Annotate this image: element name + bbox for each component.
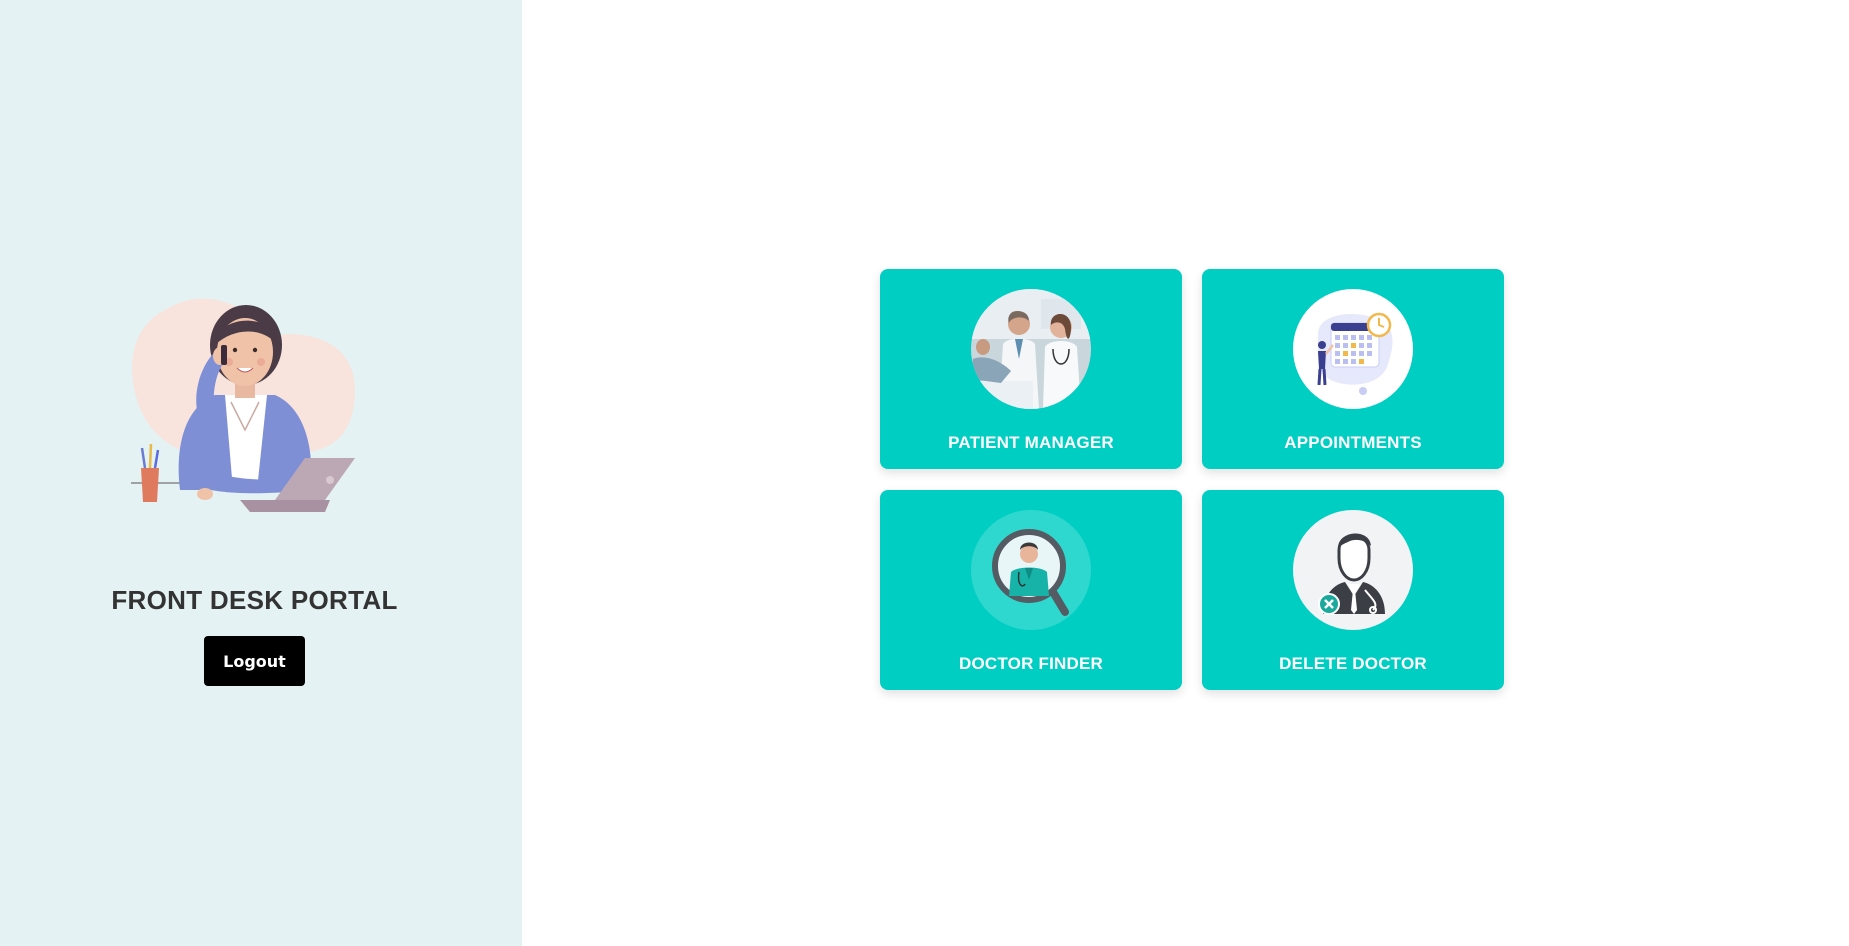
delete-doctor-label: DELETE DOCTOR <box>1279 654 1427 673</box>
sidebar: FRONT DESK PORTAL Logout <box>0 0 522 946</box>
receptionist-illustration <box>131 298 355 512</box>
doctor-remove-icon <box>1293 510 1413 630</box>
patient-manager-card[interactable]: PATIENT MANAGER <box>880 269 1182 469</box>
doctor-finder-label: DOCTOR FINDER <box>959 654 1103 673</box>
doctor-finder-card[interactable]: DOCTOR FINDER <box>880 490 1182 690</box>
page-title: FRONT DESK PORTAL <box>111 585 398 615</box>
appointments-card[interactable]: APPOINTMENTS <box>1202 269 1504 469</box>
delete-doctor-card[interactable]: DELETE DOCTOR <box>1202 490 1504 690</box>
appointments-label: APPOINTMENTS <box>1284 433 1422 452</box>
doctor-search-icon <box>971 510 1091 630</box>
logout-button[interactable]: Logout <box>204 636 305 686</box>
calendar-icon <box>1293 289 1413 409</box>
patient-manager-label: PATIENT MANAGER <box>948 433 1114 452</box>
doctors-with-patient-icon <box>971 289 1091 409</box>
